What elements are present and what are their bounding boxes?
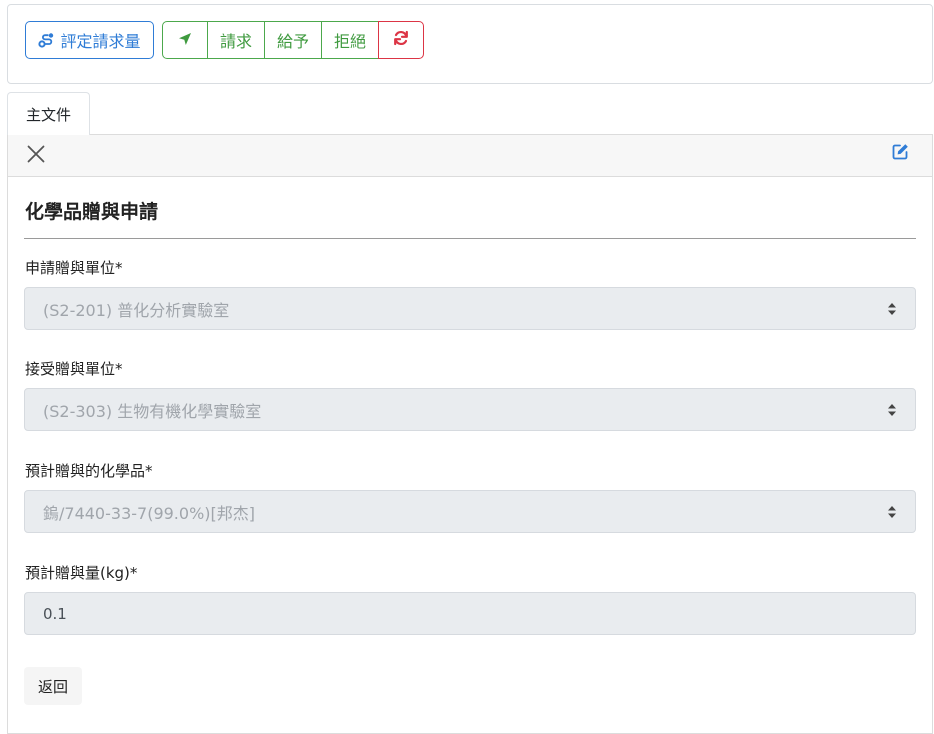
edit-button[interactable] xyxy=(890,143,910,163)
tab-main-document-label: 主文件 xyxy=(25,105,71,124)
give-button-label: 給予 xyxy=(276,32,309,51)
request-button[interactable]: 請求 xyxy=(207,21,265,59)
applicant-unit-select[interactable]: (S2-201) 普化分析實驗室 xyxy=(24,287,916,330)
action-toolbar: 評定請求量 請求 給予 拒絕 xyxy=(7,4,933,84)
give-button[interactable]: 給予 xyxy=(264,21,322,59)
quantity-label: 預計贈與量(kg)* xyxy=(25,564,138,582)
assess-request-amount-label: 評定請求量 xyxy=(60,32,141,51)
send-button[interactable] xyxy=(162,21,208,59)
edit-icon xyxy=(892,143,909,164)
tab-main-document[interactable]: 主文件 xyxy=(7,92,90,135)
chemical-select[interactable]: 鎢/7440-33-7(99.0%)[邦杰] xyxy=(24,490,916,533)
panel-header xyxy=(8,135,932,177)
request-button-label: 請求 xyxy=(219,32,252,51)
close-icon xyxy=(27,145,45,167)
back-button-label: 返回 xyxy=(37,677,68,696)
refresh-button[interactable] xyxy=(378,21,424,59)
quantity-value: 0.1 xyxy=(43,604,67,623)
applicant-unit-label: 申請贈與單位* xyxy=(25,259,123,277)
select-caret-icon xyxy=(887,402,897,418)
assess-request-amount-button[interactable]: 評定請求量 xyxy=(25,21,154,59)
back-button[interactable]: 返回 xyxy=(24,667,82,705)
quantity-field[interactable]: 0.1 xyxy=(24,592,916,635)
select-caret-icon xyxy=(887,301,897,317)
select-caret-icon xyxy=(887,504,897,520)
location-arrow-icon xyxy=(178,31,192,50)
applicant-unit-value: (S2-201) 普化分析實驗室 xyxy=(43,300,230,320)
refresh-icon xyxy=(393,30,409,50)
form-title: 化學品贈與申請 xyxy=(25,201,159,223)
recipient-unit-select[interactable]: (S2-303) 生物有機化學實驗室 xyxy=(24,388,916,431)
workflow-button-group: 請求 給予 拒絕 xyxy=(162,21,424,59)
document-panel: 化學品贈與申請 申請贈與單位* (S2-201) 普化分析實驗室 接受贈與單位*… xyxy=(7,134,933,734)
recipient-unit-label: 接受贈與單位* xyxy=(25,360,123,378)
reject-button-label: 拒絕 xyxy=(333,32,366,51)
route-icon xyxy=(38,32,55,48)
reject-button[interactable]: 拒絕 xyxy=(321,21,379,59)
recipient-unit-value: (S2-303) 生物有機化學實驗室 xyxy=(43,401,262,421)
title-divider xyxy=(24,238,916,239)
chemical-value: 鎢/7440-33-7(99.0%)[邦杰] xyxy=(43,503,255,523)
close-button[interactable] xyxy=(26,145,46,167)
chemical-label: 預計贈與的化學品* xyxy=(25,462,153,480)
